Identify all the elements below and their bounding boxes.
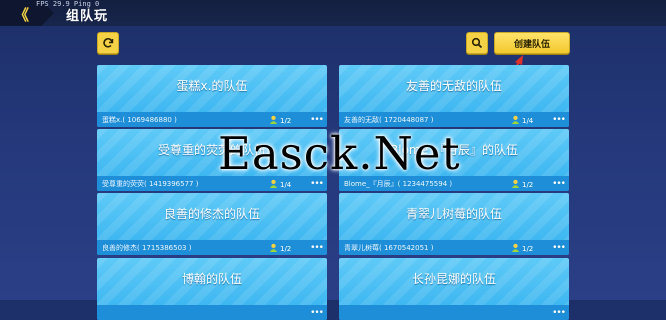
team-leader: 受尊重的荧荧( 1419396577 ) <box>102 180 199 188</box>
more-options-icon[interactable]: ••• <box>552 115 566 125</box>
member-icon <box>269 115 278 124</box>
more-options-icon[interactable]: ••• <box>310 115 324 125</box>
member-icon <box>511 243 520 252</box>
more-options-icon[interactable]: ••• <box>552 243 566 253</box>
team-card[interactable]: 友善的无敌的队伍友善的无敌( 1720448087 ) 1/4 ••• <box>339 65 569 127</box>
search-icon <box>471 37 483 49</box>
team-footer: 蛋糕x.( 1069486880 ) 1/2 ••• <box>97 112 327 127</box>
team-card[interactable]: 青翠儿树莓的队伍青翠儿树莓( 1670542051 ) 1/2 ••• <box>339 193 569 255</box>
more-options-icon[interactable]: ••• <box>310 243 324 253</box>
team-card[interactable]: 博翰的队伍 ••• <box>97 258 327 320</box>
page-title: 组队玩 <box>66 9 109 24</box>
member-count: 1/2 <box>280 245 292 253</box>
team-name: 蛋糕x.的队伍 <box>176 79 248 93</box>
team-leader: 良善的修杰( 1715386503 ) <box>102 244 192 252</box>
refresh-icon <box>103 38 114 48</box>
team-leader: 友善的无敌( 1720448087 ) <box>344 116 434 124</box>
member-count: 1/2 <box>522 245 534 253</box>
member-icon <box>269 179 278 188</box>
more-options-icon[interactable]: ••• <box>552 308 566 318</box>
team-name: 博翰的队伍 <box>181 272 242 286</box>
member-icon <box>511 115 520 124</box>
create-team-button[interactable]: 创建队伍 <box>494 32 570 54</box>
team-name: 友善的无敌的队伍 <box>405 79 502 93</box>
member-icon <box>269 243 278 252</box>
top-bar: 《 FPS 29.9 Ping 0 组队玩 <box>0 0 666 26</box>
team-name: 青翠儿树莓的队伍 <box>405 207 502 221</box>
team-footer: 青翠儿树莓( 1670542051 ) 1/2 ••• <box>339 240 569 255</box>
team-card[interactable]: 良善的修杰的队伍良善的修杰( 1715386503 ) 1/2 ••• <box>97 193 327 255</box>
team-leader: 蛋糕x.( 1069486880 ) <box>102 116 177 124</box>
team-footer: 良善的修杰( 1715386503 ) 1/2 ••• <box>97 240 327 255</box>
member-count: 1/4 <box>280 181 292 189</box>
member-icon <box>511 179 520 188</box>
member-count: 1/4 <box>522 117 534 125</box>
team-footer: ••• <box>339 305 569 320</box>
team-footer: 友善的无敌( 1720448087 ) 1/4 ••• <box>339 112 569 127</box>
team-leader: Blome_『月辰』( 1234475594 ) <box>344 180 453 188</box>
member-count: 1/2 <box>522 181 534 189</box>
search-button[interactable] <box>466 32 488 54</box>
watermark: Easck.Net <box>218 127 461 180</box>
team-card[interactable]: 蛋糕x.的队伍蛋糕x.( 1069486880 ) 1/2 ••• <box>97 65 327 127</box>
more-options-icon[interactable]: ••• <box>310 179 324 189</box>
more-options-icon[interactable]: ••• <box>552 179 566 189</box>
refresh-button[interactable] <box>97 32 119 54</box>
team-name: 良善的修杰的队伍 <box>163 207 260 221</box>
member-count: 1/2 <box>280 117 292 125</box>
team-footer: ••• <box>97 305 327 320</box>
more-options-icon[interactable]: ••• <box>310 308 324 318</box>
team-card[interactable]: 长孙昆娜的队伍 ••• <box>339 258 569 320</box>
team-name: 长孙昆娜的队伍 <box>411 272 496 286</box>
team-leader: 青翠儿树莓( 1670542051 ) <box>344 244 434 252</box>
